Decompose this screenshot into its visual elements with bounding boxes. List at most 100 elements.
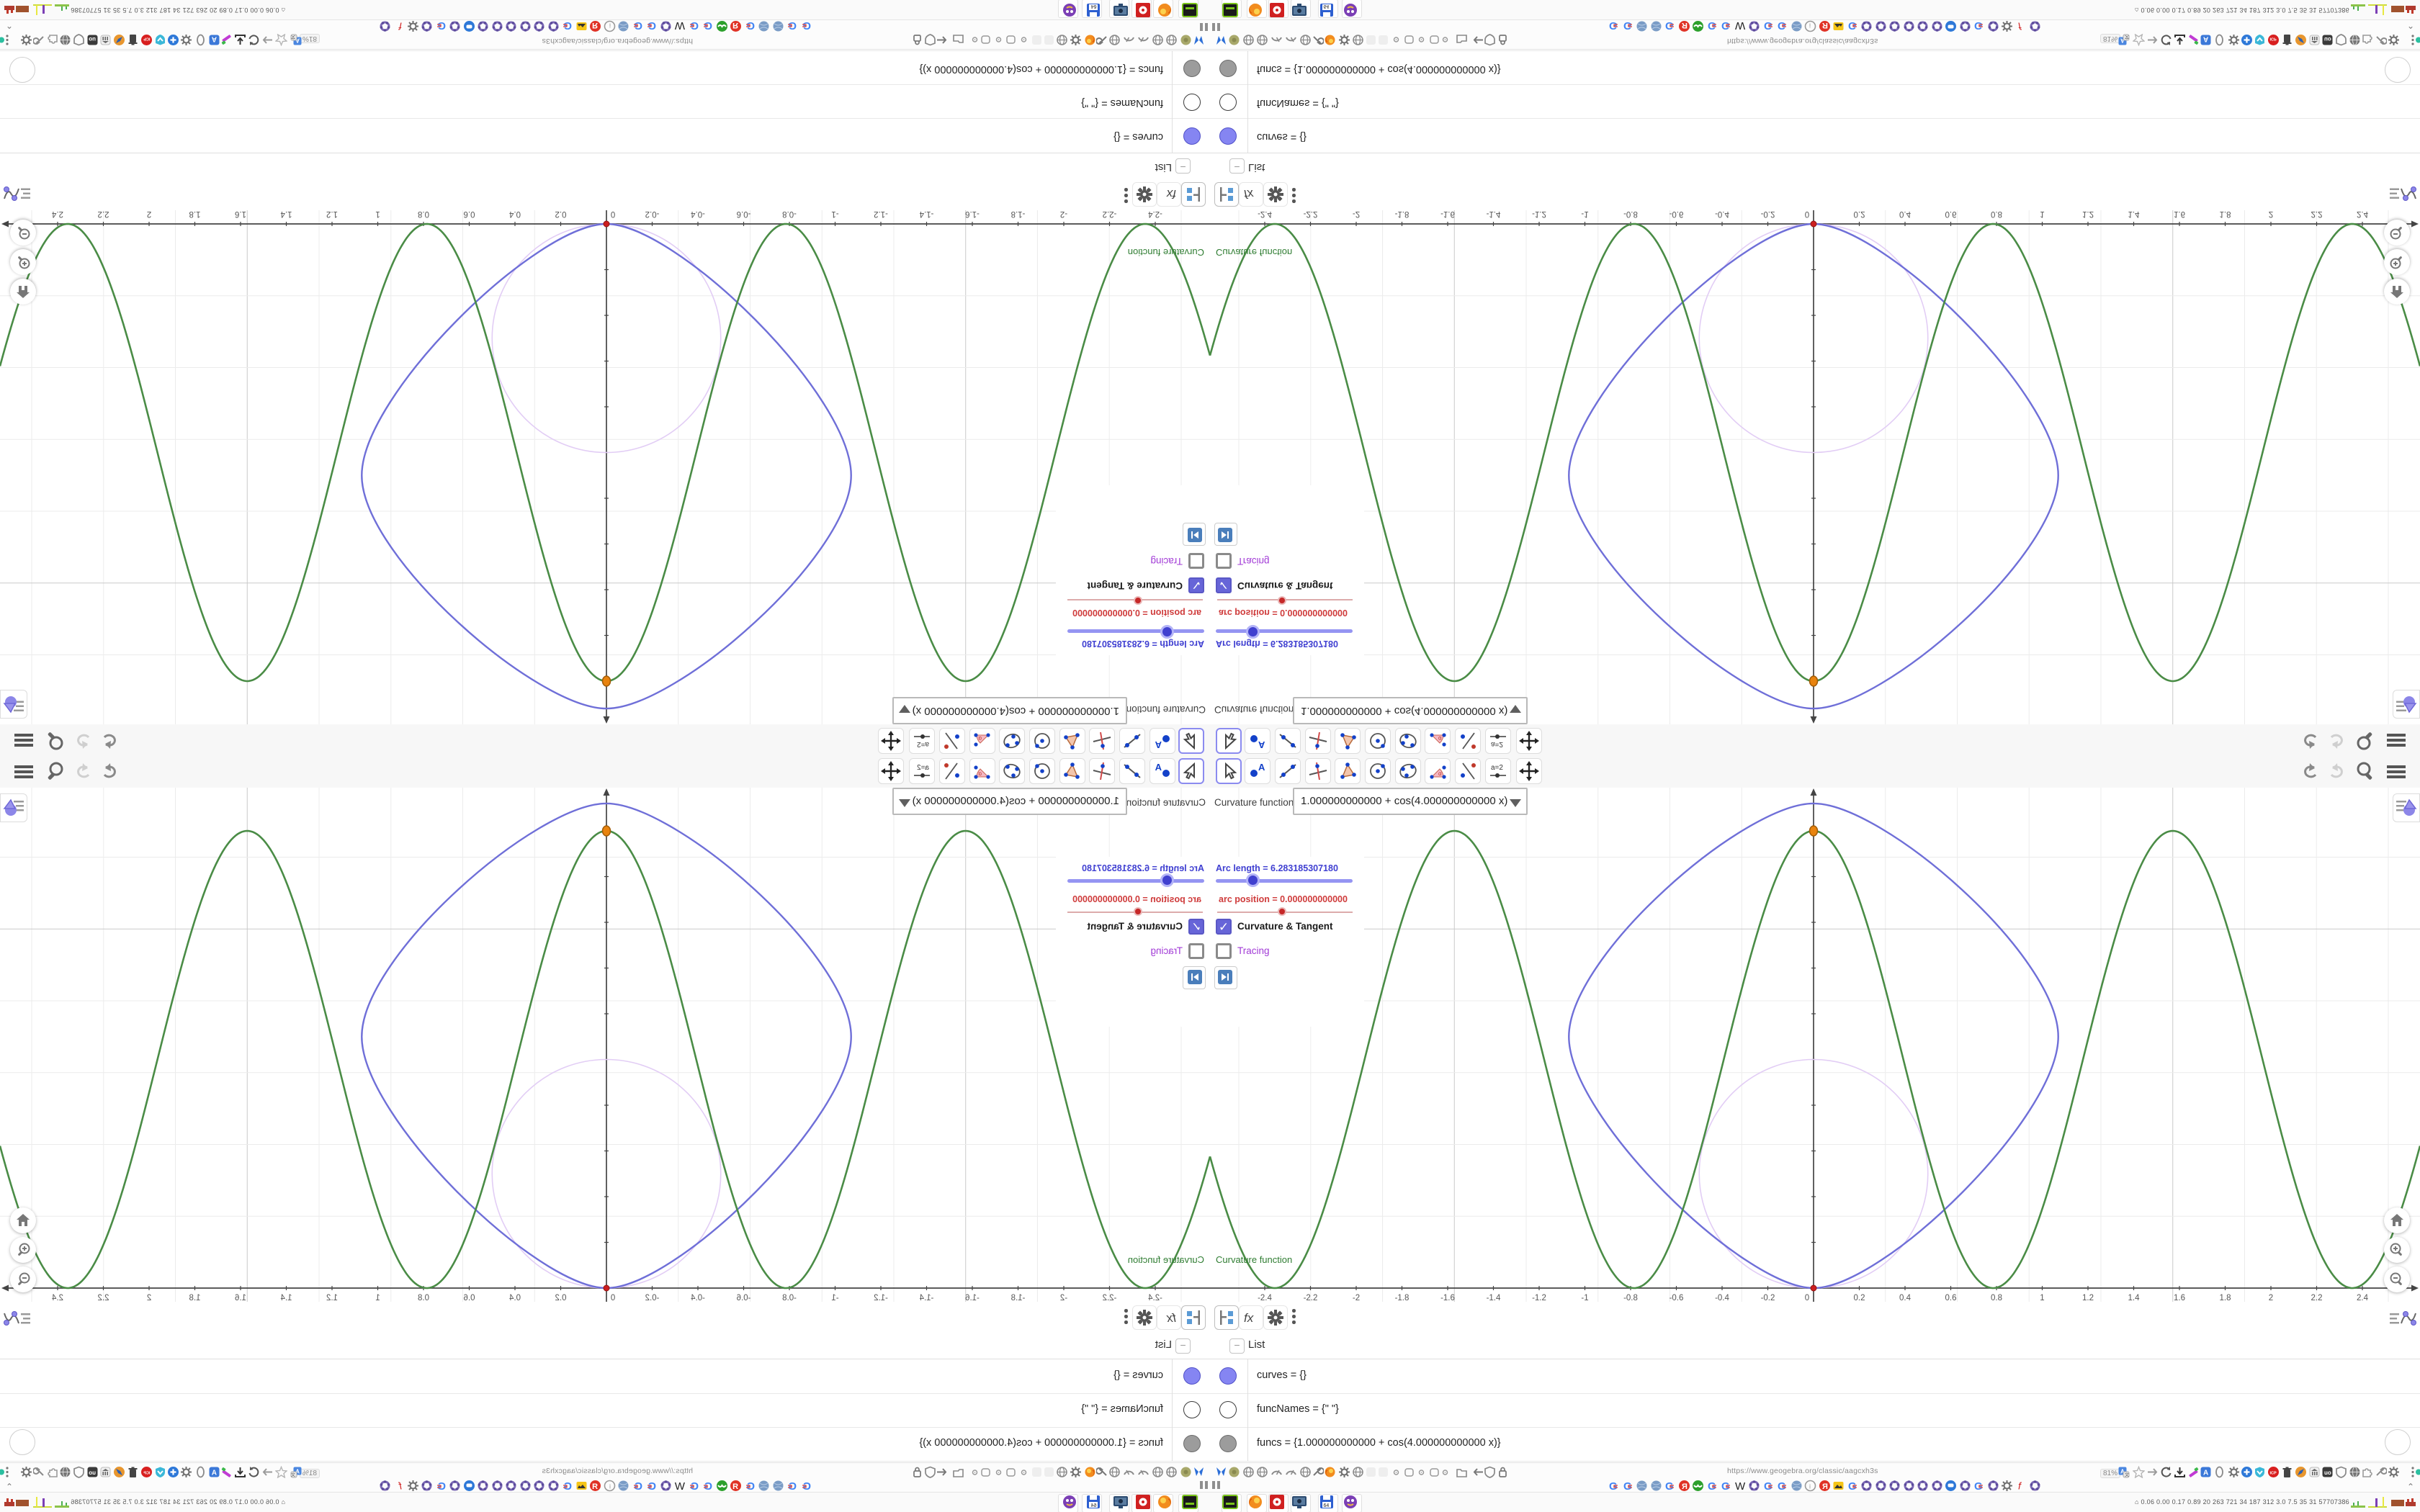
zoom-out-button[interactable]: [2384, 220, 2410, 246]
graphics-view[interactable]: -2.4 -2.2 -2 -1.8 -1.6 -1.4 -1.2 -1 -0.8 -0.6 -0.4…: [1210, 210, 2420, 724]
pen-icon[interactable]: [220, 1466, 233, 1482]
tool-point-button[interactable]: A: [1150, 758, 1175, 784]
taskbar-app-screenshot-tool[interactable]: [1109, 1494, 1129, 1512]
tool-move-button[interactable]: [1178, 758, 1204, 784]
shieldgray-icon[interactable]: [2335, 1466, 2347, 1482]
bank-icon[interactable]: [2308, 30, 2321, 46]
taskbar-app-purple-app[interactable]: [1058, 1494, 1078, 1512]
menu-icon[interactable]: [12, 729, 35, 752]
taskbar-app-red-settings[interactable]: [1131, 1494, 1152, 1512]
lock-icon[interactable]: [911, 1466, 923, 1482]
taskbar-app-green-drive[interactable]: [1178, 0, 1198, 18]
tool-point-button[interactable]: A: [1150, 728, 1175, 754]
play-pause-button[interactable]: [1183, 966, 1206, 989]
algebra-row-curves[interactable]: curves = {}: [1210, 1359, 2420, 1394]
wrench2-icon[interactable]: [2375, 1466, 2388, 1482]
arc-position-slider-thumb[interactable]: [1134, 907, 1142, 916]
globe-icon[interactable]: [1108, 1466, 1121, 1482]
Ablue-icon[interactable]: A: [208, 30, 220, 46]
mouse-icon[interactable]: [2213, 1466, 2226, 1482]
tool-angle-button[interactable]: α: [969, 728, 995, 754]
ghost-icon[interactable]: [1043, 1466, 1055, 1482]
zoom-in-button[interactable]: [2384, 1237, 2410, 1263]
tool-line-button[interactable]: [1275, 728, 1301, 754]
back-icon[interactable]: [936, 30, 948, 46]
taskbar-app-firefox[interactable]: [1247, 0, 1267, 18]
arc-position-slider-thumb[interactable]: [1278, 596, 1286, 605]
tool-angle-button[interactable]: α: [1425, 728, 1451, 754]
olive-icon[interactable]: [1180, 1466, 1192, 1482]
zoom-in-button[interactable]: [10, 249, 36, 275]
arc-length-slider[interactable]: [1216, 629, 1353, 633]
globe-icon[interactable]: [1056, 1466, 1068, 1482]
arc-length-slider-thumb[interactable]: [1160, 873, 1174, 887]
gear-icon[interactable]: [1338, 30, 1350, 46]
tool-line-button[interactable]: [1119, 758, 1145, 784]
download-icon[interactable]: [2174, 1466, 2186, 1482]
back-icon[interactable]: [936, 1466, 948, 1482]
ublock-icon[interactable]: uo: [86, 1466, 99, 1482]
dot-icon[interactable]: [1415, 1466, 1428, 1482]
arc-length-slider[interactable]: [1216, 879, 1353, 883]
tool-circle-button[interactable]: [1029, 728, 1055, 754]
taskbar-app-red-settings[interactable]: [1268, 1494, 1289, 1512]
puzzle-icon[interactable]: [2361, 1466, 2373, 1482]
ghost-icon[interactable]: [1031, 1466, 1043, 1482]
url-text[interactable]: https://www.geogebra.org/classic/aagcxh3…: [542, 37, 693, 45]
compass-icon[interactable]: [2295, 30, 2307, 46]
download-icon[interactable]: [2174, 30, 2186, 46]
tool-ellipse-button[interactable]: [1395, 728, 1421, 754]
home-button[interactable]: [10, 1207, 36, 1233]
visibility-toggle[interactable]: [1219, 1367, 1237, 1385]
tool-move-button[interactable]: [1216, 728, 1242, 754]
kebab-menu-icon[interactable]: [1124, 1309, 1129, 1326]
taskbar-app-red-settings[interactable]: [1131, 0, 1152, 18]
geardark-icon[interactable]: [2228, 1466, 2240, 1482]
globe-icon[interactable]: [1352, 1466, 1364, 1482]
partyY-icon[interactable]: [1215, 1466, 1227, 1482]
wrench-icon[interactable]: [1312, 30, 1325, 46]
kebab-menu-icon[interactable]: [1291, 186, 1296, 203]
Ablue-icon[interactable]: A: [2200, 1466, 2212, 1482]
collapse-button[interactable]: −: [1175, 158, 1191, 174]
dot-icon[interactable]: [969, 30, 981, 46]
graphics-view[interactable]: -2.4 -2.2 -2 -1.8 -1.6 -1.4 -1.2 -1 -0.8 -0.6 -0.4…: [0, 788, 1210, 1302]
shieldgray-icon[interactable]: [2335, 30, 2347, 46]
globedark-icon[interactable]: [59, 30, 71, 46]
reload-icon[interactable]: [2160, 30, 2172, 46]
taskbar-app-floppy-64[interactable]: 64: [1318, 1494, 1338, 1512]
taskbar-app-purple-app[interactable]: [1342, 0, 1362, 18]
gear-icon[interactable]: [1132, 182, 1157, 207]
globedark-icon[interactable]: [2349, 1466, 2361, 1482]
gauge-icon[interactable]: [1123, 1466, 1135, 1482]
geardark-icon[interactable]: [180, 30, 192, 46]
fwd-icon[interactable]: [2146, 1466, 2159, 1482]
curvature-tangent-checkbox[interactable]: ✓: [1188, 577, 1204, 593]
algebra-tree-view-button[interactable]: [1181, 1305, 1206, 1330]
chevron-up-icon[interactable]: ⌃: [2407, 20, 2414, 30]
gauge-icon[interactable]: [1285, 1466, 1297, 1482]
menu-icon[interactable]: [2385, 760, 2408, 783]
kebab-menu-icon[interactable]: [1124, 186, 1129, 203]
visibility-toggle[interactable]: [1219, 60, 1237, 77]
taskbar-app-green-drive[interactable]: [1222, 1494, 1242, 1512]
graphics-view[interactable]: -2.4 -2.2 -2 -1.8 -1.6 -1.4 -1.2 -1 -0.8 -0.6 -0.4…: [0, 210, 1210, 724]
search-icon[interactable]: [2354, 729, 2378, 752]
wrench-icon[interactable]: [1095, 30, 1108, 46]
chevron-down-icon[interactable]: [1510, 705, 1521, 713]
taskbar-app-green-drive[interactable]: [1222, 0, 1242, 18]
ghost-icon[interactable]: [1043, 30, 1055, 46]
taskbar-app-screenshot-tool[interactable]: [1291, 0, 1311, 18]
tool-polygon-button[interactable]: [1059, 758, 1085, 784]
curvature-tangent-checkbox[interactable]: ✓: [1216, 919, 1232, 935]
taskbar-app-purple-app[interactable]: [1058, 0, 1078, 18]
bank-icon[interactable]: [99, 30, 112, 46]
dot-icon[interactable]: [992, 30, 1005, 46]
tool-ellipse-button[interactable]: [999, 728, 1025, 754]
gear-icon[interactable]: [1070, 1466, 1082, 1482]
download-icon[interactable]: [234, 1466, 246, 1482]
tool-polygon-button[interactable]: [1059, 728, 1085, 754]
arc-length-slider-thumb[interactable]: [1246, 873, 1260, 887]
tool-polygon-button[interactable]: [1335, 758, 1361, 784]
gauge-icon[interactable]: [1137, 30, 1150, 46]
